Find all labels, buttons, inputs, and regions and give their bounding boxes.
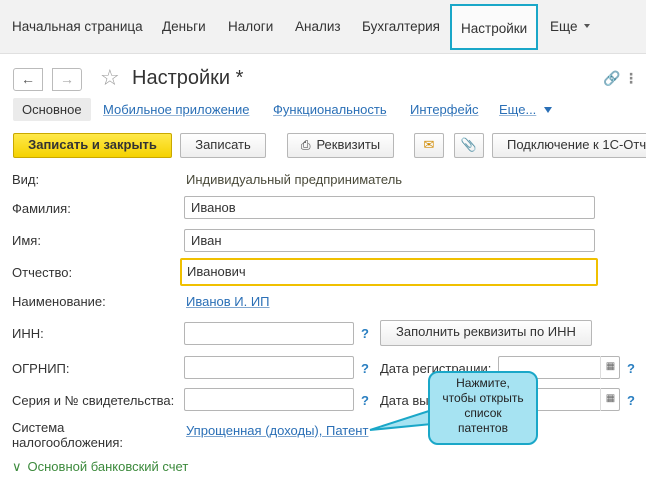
chevron-down-icon bbox=[544, 107, 553, 113]
arrow-right-icon: → bbox=[60, 71, 74, 87]
inn-field[interactable] bbox=[184, 322, 354, 345]
help-icon[interactable]: ? bbox=[627, 393, 635, 408]
surname-label: Фамилия: bbox=[12, 201, 71, 216]
menu-more[interactable]: Еще bbox=[550, 19, 591, 34]
bank-account-group[interactable]: ∨ Основной банковский счет bbox=[12, 459, 188, 475]
menu-money[interactable]: Деньги bbox=[162, 19, 206, 34]
paperclip-icon: 📎 bbox=[460, 137, 478, 152]
help-icon[interactable]: ? bbox=[361, 393, 369, 408]
patronymic-label: Отчество: bbox=[12, 265, 73, 280]
help-icon[interactable]: ? bbox=[361, 326, 369, 341]
tab-mobile-app[interactable]: Мобильное приложение bbox=[103, 102, 249, 117]
kind-value: Индивидуальный предприниматель bbox=[186, 172, 403, 187]
requisites-button[interactable]: ⎙ Реквизиты bbox=[287, 133, 394, 158]
save-and-close-button[interactable]: Записать и закрыть bbox=[13, 133, 172, 158]
bank-account-label: Основной банковский счет bbox=[27, 459, 189, 474]
callout-line: чтобы открыть bbox=[442, 391, 524, 405]
cert-label: Серия и № свидетельства: bbox=[12, 393, 175, 408]
callout-line: Нажмите, bbox=[456, 376, 510, 390]
patronymic-field[interactable]: Иванович bbox=[180, 258, 598, 286]
help-icon[interactable]: ? bbox=[627, 361, 635, 376]
connect-reporting-button[interactable]: Подключение к 1С-Отчетности bbox=[492, 133, 646, 158]
surname-field[interactable]: Иванов bbox=[184, 196, 595, 219]
ogrnip-field[interactable] bbox=[184, 356, 354, 379]
kind-label: Вид: bbox=[12, 172, 40, 187]
chevron-down-icon bbox=[584, 24, 591, 28]
calendar-icon[interactable]: ▦ bbox=[600, 388, 620, 411]
page-title: Настройки * bbox=[132, 67, 244, 89]
callout-line: патентов bbox=[458, 421, 508, 435]
tab-functionality[interactable]: Функциональность bbox=[273, 102, 387, 117]
forward-button[interactable]: → bbox=[52, 68, 82, 91]
printer-icon: ⎙ bbox=[300, 138, 311, 152]
tab-interface[interactable]: Интерфейс bbox=[410, 102, 478, 117]
ogrnip-label: ОГРНИП: bbox=[12, 361, 70, 376]
title-label: Наименование: bbox=[12, 294, 106, 309]
menu-more-label: Еще bbox=[550, 19, 578, 34]
link-icon[interactable]: 🔗 bbox=[603, 70, 620, 87]
top-menu: Начальная страница Деньги Налоги Анализ … bbox=[0, 0, 646, 54]
back-button[interactable]: ← bbox=[13, 68, 43, 91]
fill-by-inn-button[interactable]: Заполнить реквизиты по ИНН bbox=[380, 320, 592, 346]
tab-more[interactable]: Еще... bbox=[499, 102, 553, 117]
tax-label-line1: Система bbox=[12, 420, 65, 435]
tab-more-label: Еще... bbox=[499, 102, 537, 117]
inn-label: ИНН: bbox=[12, 326, 44, 341]
callout-tooltip: Нажмите, чтобы открыть список патентов bbox=[428, 371, 538, 445]
menu-accounting[interactable]: Бухгалтерия bbox=[362, 19, 440, 34]
help-icon[interactable]: ? bbox=[361, 361, 369, 376]
chevron-down-icon: ∨ bbox=[12, 459, 22, 474]
cert-field[interactable] bbox=[184, 388, 354, 411]
title-value-link[interactable]: Иванов И. ИП bbox=[186, 294, 270, 309]
tab-main[interactable]: Основное bbox=[13, 98, 91, 121]
menu-analysis[interactable]: Анализ bbox=[295, 19, 341, 34]
envelope-icon: ✉ bbox=[423, 137, 435, 152]
mail-button[interactable]: ✉ bbox=[414, 133, 444, 158]
attach-button[interactable]: 📎 bbox=[454, 133, 484, 158]
requisites-label: Реквизиты bbox=[316, 137, 381, 152]
star-icon[interactable]: ☆ bbox=[100, 65, 120, 91]
arrow-left-icon: ← bbox=[21, 71, 35, 87]
menu-taxes[interactable]: Налоги bbox=[228, 19, 273, 34]
menu-settings[interactable]: Настройки bbox=[450, 4, 539, 50]
callout-line: список bbox=[464, 406, 502, 420]
name-label: Имя: bbox=[12, 233, 41, 248]
more-vertical-icon[interactable]: ⋮ bbox=[624, 70, 638, 87]
calendar-icon[interactable]: ▦ bbox=[600, 356, 620, 379]
name-field[interactable]: Иван bbox=[184, 229, 595, 252]
tax-label-line2: налогообложения: bbox=[12, 435, 123, 450]
menu-home[interactable]: Начальная страница bbox=[12, 19, 143, 34]
save-button[interactable]: Записать bbox=[180, 133, 266, 158]
tax-system-link[interactable]: Упрощенная (доходы), Патент bbox=[186, 423, 368, 438]
